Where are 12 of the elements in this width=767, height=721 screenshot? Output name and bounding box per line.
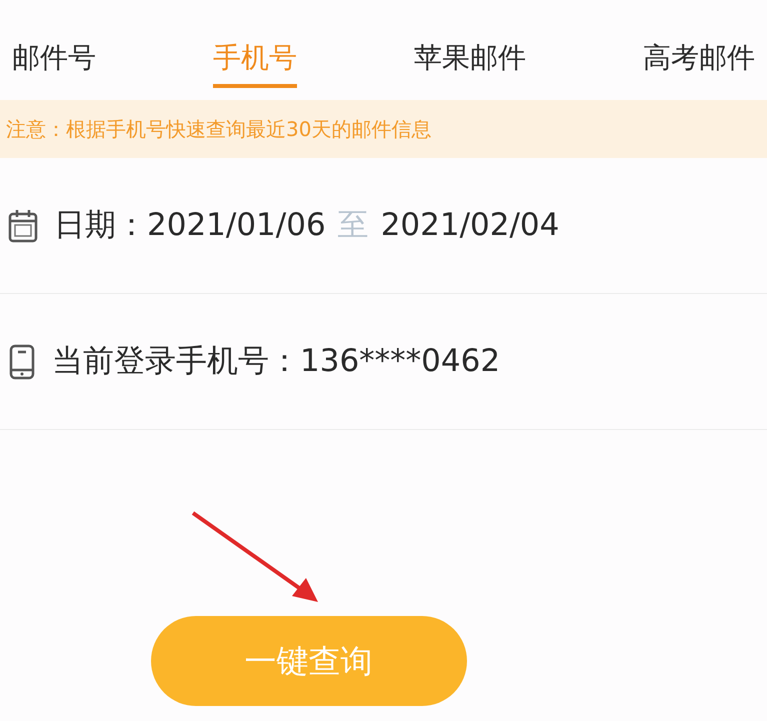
calendar-icon <box>8 208 38 242</box>
start-date: 2021/01/06 <box>147 206 326 246</box>
tab[interactable]: 高考邮件 <box>643 0 755 100</box>
phone-label: 当前登录手机号： <box>52 342 300 382</box>
phone-icon <box>8 344 36 380</box>
tab[interactable]: 邮件号 <box>12 0 96 100</box>
date-separator: 至 <box>338 206 369 246</box>
phone-number: 136****0462 <box>300 342 500 382</box>
end-date: 2021/02/04 <box>380 206 560 246</box>
date-label: 日期： <box>54 206 147 246</box>
notice-text: 注意：根据手机号快速查询最近30天的邮件信息 <box>0 100 767 158</box>
tab[interactable]: 苹果邮件 <box>414 0 526 100</box>
